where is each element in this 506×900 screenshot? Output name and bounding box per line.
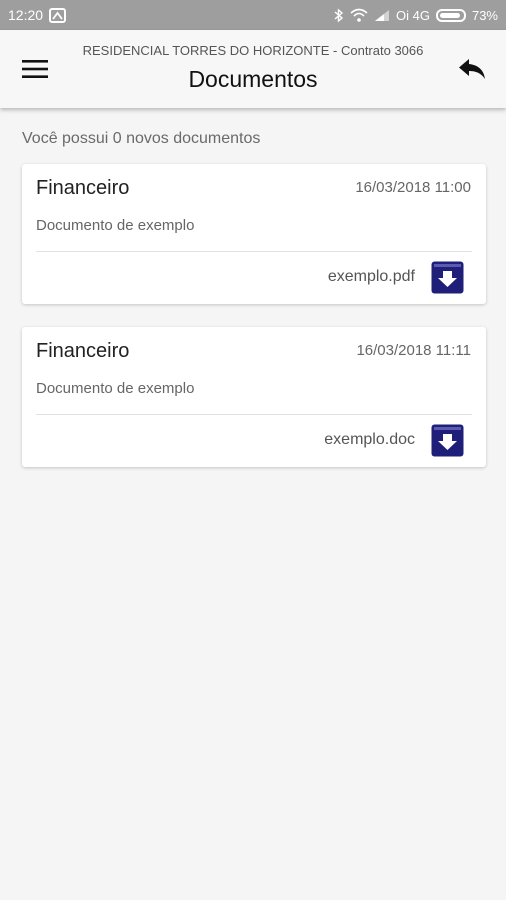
file-name[interactable]: exemplo.pdf (328, 268, 415, 286)
page-title: Documentos (188, 66, 318, 92)
bluetooth-icon (334, 7, 344, 23)
file-name[interactable]: exemplo.doc (324, 431, 415, 449)
file-download-link[interactable]: exemplo.pdf (328, 260, 464, 294)
status-time: 12:20 (8, 7, 44, 23)
download-box-icon[interactable] (431, 261, 464, 294)
document-card: Financeiro 16/03/2018 11:11 Documento de… (22, 327, 486, 467)
document-date: 16/03/2018 11:00 (355, 179, 471, 196)
back-button[interactable] (452, 52, 492, 86)
battery-percent: 73% (471, 7, 498, 23)
app-notification-icon (49, 7, 67, 23)
card-divider (36, 251, 472, 252)
battery-icon (435, 8, 466, 22)
new-documents-count: Você possui 0 novos documentos (22, 130, 261, 147)
signal-icon (374, 9, 390, 22)
app-header: RESIDENCIAL TORRES DO HORIZONTE - Contra… (0, 30, 506, 108)
contract-subtitle: RESIDENCIAL TORRES DO HORIZONTE - Contra… (82, 43, 424, 58)
file-download-link[interactable]: exemplo.doc (324, 423, 464, 457)
status-bar: 12:20 Oi 4G 73% (0, 0, 506, 30)
reply-arrow-icon (459, 59, 485, 79)
document-description: Documento de exemplo (36, 380, 195, 397)
carrier-label: Oi 4G (396, 7, 430, 23)
document-description: Documento de exemplo (36, 217, 195, 234)
document-date: 16/03/2018 11:11 (356, 342, 471, 359)
wifi-icon (350, 8, 368, 22)
download-box-icon[interactable] (431, 424, 464, 457)
document-category: Financeiro (36, 177, 130, 199)
document-category: Financeiro (36, 340, 130, 362)
document-card: Financeiro 16/03/2018 11:00 Documento de… (22, 164, 486, 304)
card-divider (36, 414, 472, 415)
